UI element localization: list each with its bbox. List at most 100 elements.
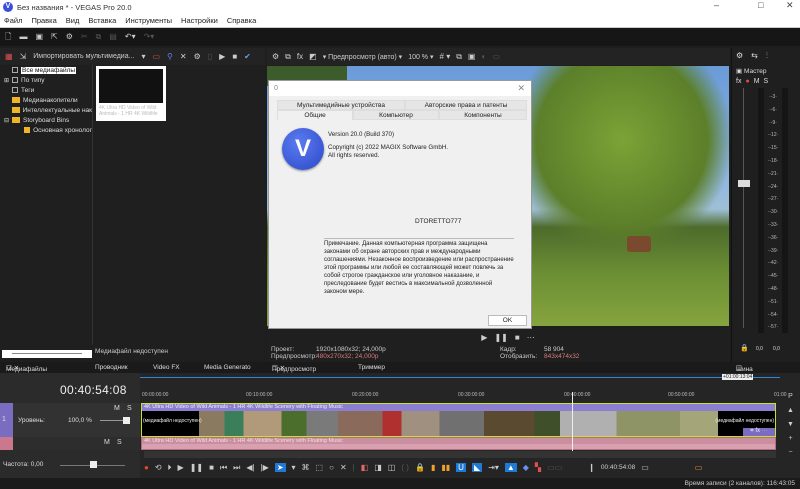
overlay-icon[interactable]: ◩ bbox=[309, 52, 317, 61]
tab-copyright[interactable]: Авторские права и патенты bbox=[405, 100, 527, 110]
clip-icon[interactable]: ▯ bbox=[208, 52, 212, 61]
tab-trimmer[interactable]: Триммер bbox=[358, 364, 385, 371]
menu-edit[interactable]: Правка bbox=[31, 16, 56, 25]
selection-tool-icon[interactable]: ⬚ bbox=[316, 463, 324, 472]
tab-mastering-bus[interactable]: Шина мастеринга ☐ bbox=[736, 364, 771, 380]
region-icon[interactable]: ▮▮ bbox=[441, 463, 450, 472]
redo-icon[interactable]: ↷▾ bbox=[144, 33, 155, 41]
fx-icon[interactable]: fx bbox=[297, 52, 303, 61]
downmix-icon[interactable]: ⇆ bbox=[751, 51, 758, 61]
record-arm-icon[interactable]: ● bbox=[745, 78, 749, 85]
menu-help[interactable]: Справка bbox=[227, 16, 256, 25]
tree-item-tags[interactable]: Теги bbox=[0, 85, 92, 95]
color-icon[interactable]: ▚ bbox=[535, 463, 541, 472]
group-icon[interactable]: ▭▭ bbox=[547, 463, 562, 472]
play-from-start-icon[interactable]: ⏵ bbox=[168, 463, 172, 473]
loop-end-marker[interactable]: +01:00:13:04 bbox=[722, 374, 754, 380]
video-track-header[interactable]: 1 M S Уровень: 100,0 % bbox=[0, 403, 140, 437]
record-icon[interactable]: ● bbox=[144, 463, 149, 472]
menu-tools[interactable]: Инструменты bbox=[125, 16, 172, 25]
zoom-tool-icon[interactable]: ○ bbox=[329, 463, 334, 472]
tab-general[interactable]: Общие bbox=[277, 110, 353, 120]
capture-icon[interactable]: ▭ bbox=[152, 52, 160, 61]
timeline-scrollbar[interactable] bbox=[144, 451, 776, 458]
copy-icon[interactable]: ⧉ bbox=[96, 33, 102, 41]
play-icon[interactable]: ▶ bbox=[178, 463, 184, 472]
track-solo-button[interactable]: S bbox=[127, 405, 132, 412]
stop-icon[interactable]: ■ bbox=[209, 463, 214, 472]
video-clip[interactable]: 4K Ultra HD Video of Wild Animals - 1 HR… bbox=[141, 403, 776, 437]
remove-icon[interactable]: ✕ bbox=[180, 52, 187, 61]
monitor-icon[interactable]: ▭ bbox=[492, 52, 500, 61]
fx-button[interactable]: fx bbox=[736, 78, 741, 85]
tab-multimedia-devices[interactable]: Мультимедийные устройства bbox=[277, 100, 405, 110]
tree-item-media-storage[interactable]: Медианакопители bbox=[0, 95, 92, 105]
rate-slider-handle[interactable] bbox=[90, 461, 97, 468]
menu-settings[interactable]: Настройки bbox=[181, 16, 218, 25]
preview-quality-dropdown[interactable]: ▾ Предпросмотр (авто) ▾ bbox=[323, 53, 403, 61]
track-mute-button[interactable]: M bbox=[104, 439, 110, 446]
solo-button[interactable]: S bbox=[764, 78, 769, 85]
paste-icon[interactable]: ▤ bbox=[109, 33, 117, 41]
trim-icon[interactable]: | bbox=[353, 463, 355, 472]
grid-icon[interactable]: # ▾ bbox=[440, 52, 451, 61]
save-snapshot-icon[interactable]: ▣ bbox=[468, 52, 476, 61]
post-edit-icon[interactable]: ◆ bbox=[523, 463, 529, 472]
timeline-zoom-controls[interactable]: P ▲ ▼ + − bbox=[781, 390, 800, 460]
envelope-tool-icon[interactable]: ⌘ bbox=[302, 463, 310, 472]
mute-button[interactable]: M bbox=[754, 78, 760, 85]
clip-fx-buttons[interactable]: ⌗ fx ⋯ bbox=[743, 428, 775, 436]
lock-envelopes-icon[interactable]: ▲ bbox=[504, 463, 517, 472]
tree-item-smart-bins[interactable]: Интеллектуальные нак bbox=[0, 105, 92, 115]
import-media-button[interactable]: Импортировать мультимедиа... bbox=[33, 53, 134, 60]
play-icon[interactable]: ▶ bbox=[481, 333, 487, 342]
split-icon[interactable]: ◧ bbox=[361, 463, 369, 472]
audio-track-header[interactable]: M S bbox=[0, 437, 140, 450]
tree-item-by-type[interactable]: ⊞ По типу bbox=[0, 75, 92, 85]
audio-clip[interactable]: 4K Ultra HD Video of Wild Animals - 1 HR… bbox=[141, 437, 776, 450]
fullscreen-icon[interactable]: ▭ bbox=[695, 463, 703, 472]
next-frame-icon[interactable]: |▶ bbox=[261, 463, 269, 472]
ripple-icon[interactable]: ⇥▾ bbox=[488, 463, 499, 472]
menu-view[interactable]: Вид bbox=[66, 16, 80, 25]
scopes-icon[interactable]: ◐ bbox=[481, 52, 486, 61]
ok-button[interactable]: OK bbox=[488, 315, 527, 326]
open-folder-icon[interactable]: ▬ bbox=[19, 33, 27, 41]
copy-snapshot-icon[interactable]: ⧉ bbox=[456, 52, 462, 61]
delete-icon[interactable]: ✕ bbox=[340, 463, 347, 472]
properties-gear-icon[interactable]: ⚙ bbox=[194, 52, 201, 61]
tab-project-media[interactable]: Медиафайлы проекта ☐ ✕ bbox=[6, 364, 47, 380]
stop-icon[interactable]: ■ bbox=[232, 52, 237, 61]
tree-scrollbar[interactable] bbox=[2, 350, 92, 358]
ignore-grouping-icon[interactable]: ( ) bbox=[401, 463, 409, 472]
chevron-down-icon[interactable]: ▾ bbox=[141, 52, 145, 61]
render-icon[interactable]: ⇱ bbox=[51, 33, 58, 41]
cursor-marker-icon[interactable]: ❙ bbox=[588, 463, 595, 472]
auto-preview-icon[interactable]: ✔ bbox=[244, 52, 251, 61]
screen-icon[interactable]: ▭ bbox=[641, 463, 649, 472]
close-icon[interactable]: ✕ bbox=[517, 83, 525, 94]
chevron-down-icon[interactable]: ▾ bbox=[292, 463, 296, 472]
media-bin-icon[interactable]: ▦ bbox=[5, 52, 13, 61]
gear-icon[interactable]: ⚙ bbox=[272, 52, 279, 61]
media-thumbnail[interactable]: 4K Ultra HD Video of Wild Animals - 1 HR… bbox=[96, 66, 166, 121]
normal-edit-tool-icon[interactable]: ➤ bbox=[274, 463, 286, 472]
pause-icon[interactable]: ❚❚ bbox=[190, 463, 203, 472]
trim-end-icon[interactable]: ◫ bbox=[388, 463, 396, 472]
maximize-button[interactable]: □ bbox=[758, 0, 763, 10]
tab-components[interactable]: Компоненты bbox=[439, 110, 527, 120]
gear-icon[interactable]: ⚙ bbox=[736, 51, 743, 61]
go-to-start-icon[interactable]: ⏮ bbox=[220, 463, 227, 473]
cut-icon[interactable]: ✂ bbox=[81, 33, 88, 41]
minimize-button[interactable]: – bbox=[714, 0, 719, 10]
lock-icon[interactable]: 🔒 bbox=[740, 344, 749, 352]
playhead[interactable] bbox=[572, 392, 573, 452]
pause-icon[interactable]: ❚❚ bbox=[494, 333, 507, 342]
track-solo-button[interactable]: S bbox=[117, 439, 122, 446]
close-window-button[interactable]: ✕ bbox=[786, 0, 794, 11]
track-mute-button[interactable]: M bbox=[114, 405, 120, 412]
new-file-icon[interactable]: 🗋 bbox=[5, 33, 11, 41]
tree-item-all-media[interactable]: Все медиафайлы bbox=[0, 65, 92, 75]
stop-icon[interactable]: ■ bbox=[515, 333, 520, 342]
search-media-icon[interactable]: ⚲ bbox=[167, 52, 173, 61]
